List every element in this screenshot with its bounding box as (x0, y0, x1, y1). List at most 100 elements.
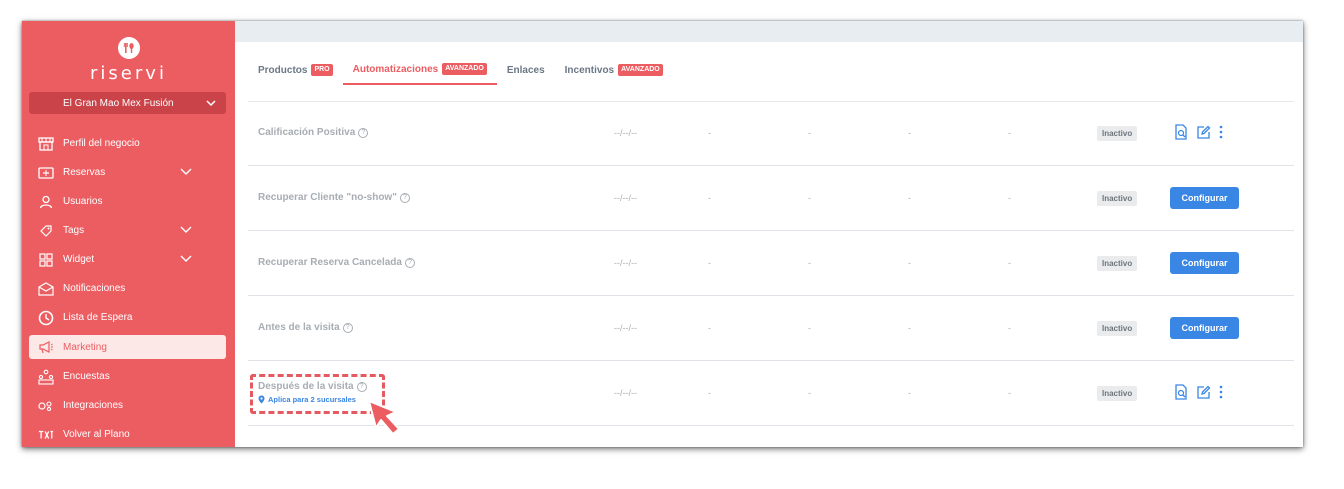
status-badge: Inactivo (1097, 321, 1138, 336)
metric-cell: - (1008, 193, 1011, 203)
help-icon[interactable]: ? (358, 127, 369, 138)
metric-cell: - (808, 128, 811, 138)
metric-cell: - (908, 388, 911, 398)
metric-cell: - (1008, 323, 1011, 333)
top-bar (235, 21, 1303, 42)
tab-label: Enlaces (506, 64, 545, 76)
automation-date: --/--/-- (614, 128, 637, 138)
brand-name: riservi (90, 63, 167, 84)
user-icon (38, 194, 54, 210)
edit-icon[interactable] (1196, 125, 1211, 140)
sidebar-item-notificaciones[interactable]: Notificaciones (22, 274, 235, 303)
chevron-down-icon[interactable] (180, 225, 192, 238)
status-badge: Inactivo (1097, 386, 1138, 401)
help-icon[interactable]: ? (356, 381, 367, 392)
chevron-down-icon[interactable] (180, 167, 192, 180)
chevron-down-icon (205, 97, 217, 112)
automation-date: --/--/-- (614, 258, 637, 268)
preview-icon[interactable] (1174, 384, 1188, 400)
sidebar-item-label: Marketing (63, 341, 107, 353)
tab-label: Productos (258, 64, 308, 76)
ticket-icon (38, 165, 54, 181)
metric-cell: - (808, 193, 811, 203)
highlight-annotation (250, 374, 385, 414)
sidebar-item-encuestas[interactable]: Encuestas (22, 362, 235, 391)
mail-icon (38, 281, 54, 297)
sidebar-item-marketing[interactable]: Marketing (29, 335, 226, 359)
more-options-icon[interactable] (1219, 385, 1223, 399)
tab-bar: Productos PRO Automatizaciones AVANZADO … (248, 55, 673, 87)
metric-cell: - (908, 258, 911, 268)
business-name: El Gran Mao Mex Fusión (63, 97, 174, 109)
sidebar-item-integraciones[interactable]: Integraciones (22, 391, 235, 420)
store-icon (38, 136, 54, 152)
configure-button[interactable]: Configurar (1170, 252, 1239, 274)
sidebar-item-label: Notificaciones (63, 283, 126, 294)
sidebar-item-tags[interactable]: Tags (22, 216, 235, 245)
sidebar-item-label: Integraciones (63, 400, 124, 411)
pointer-arrow-icon (366, 398, 404, 443)
sidebar: riservi El Gran Mao Mex Fusión Perfil de… (22, 21, 235, 447)
help-icon[interactable]: ? (399, 192, 410, 203)
tab-enlaces[interactable]: Enlaces (497, 55, 555, 85)
sidebar-item-perfil[interactable]: Perfil del negocio (22, 129, 235, 158)
help-icon[interactable]: ? (342, 322, 353, 333)
automation-name: Recuperar Cliente "no-show" ? (258, 192, 410, 203)
status-badge: Inactivo (1097, 126, 1138, 141)
sidebar-item-label: Perfil del negocio (63, 138, 140, 149)
clock-icon (38, 310, 54, 326)
automations-table: Calificación Positiva ? --/--/-- - - - -… (248, 101, 1294, 426)
metric-cell: - (1008, 128, 1011, 138)
automation-date: --/--/-- (614, 388, 637, 398)
sidebar-item-widget[interactable]: Widget (22, 245, 235, 274)
edit-icon[interactable] (1196, 385, 1211, 400)
sidebar-item-label: Widget (63, 254, 95, 265)
metric-cell: - (908, 323, 911, 333)
configure-button[interactable]: Configurar (1170, 187, 1239, 209)
tab-productos[interactable]: Productos PRO (248, 55, 343, 85)
row-actions (1174, 124, 1231, 140)
automation-name-text: Después de la visita (258, 381, 354, 392)
sidebar-item-label: Reservas (63, 167, 106, 178)
metric-cell: - (708, 323, 711, 333)
branches-text: Aplica para 2 sucursales (268, 395, 356, 404)
table-row: Después de la visita ? Aplica para 2 suc… (248, 361, 1294, 426)
metric-cell: - (808, 388, 811, 398)
pro-badge: PRO (311, 64, 333, 76)
sidebar-item-usuarios[interactable]: Usuarios (22, 187, 235, 216)
brand-logo[interactable]: riservi (22, 37, 235, 84)
sidebar-item-lista-espera[interactable]: Lista de Espera (22, 303, 235, 332)
chevron-down-icon[interactable] (180, 254, 192, 267)
automation-date: --/--/-- (614, 323, 637, 333)
tab-incentivos[interactable]: Incentivos AVANZADO (555, 55, 673, 85)
sidebar-item-volver-plano[interactable]: Volver al Plano (22, 420, 235, 447)
status-badge: Inactivo (1097, 191, 1138, 206)
riservi-logo-icon (117, 37, 140, 59)
sidebar-item-label: Usuarios (63, 196, 103, 207)
automation-date: --/--/-- (614, 193, 637, 203)
more-options-icon[interactable] (1219, 125, 1223, 139)
table-row: Recuperar Reserva Cancelada ? --/--/-- -… (248, 231, 1294, 296)
sidebar-item-reservas[interactable]: Reservas (22, 158, 235, 187)
sidebar-item-label: Volver al Plano (63, 429, 130, 440)
business-selector[interactable]: El Gran Mao Mex Fusión (29, 92, 226, 114)
automation-name: Calificación Positiva ? (258, 127, 369, 138)
automation-name: Recuperar Reserva Cancelada ? (258, 257, 415, 268)
avanzado-badge: AVANZADO (442, 63, 487, 75)
metric-cell: - (708, 193, 711, 203)
configure-button[interactable]: Configurar (1170, 317, 1239, 339)
metric-cell: - (1008, 388, 1011, 398)
help-icon[interactable]: ? (404, 257, 415, 268)
table-row: Antes de la visita ? --/--/-- - - - - In… (248, 296, 1294, 361)
tag-icon (38, 223, 54, 239)
branches-link[interactable]: Aplica para 2 sucursales (258, 395, 356, 404)
preview-icon[interactable] (1174, 124, 1188, 140)
tab-automatizaciones[interactable]: Automatizaciones AVANZADO (342, 55, 497, 85)
automation-name-text: Recuperar Cliente "no-show" (258, 192, 397, 203)
metric-cell: - (708, 128, 711, 138)
metric-cell: - (808, 258, 811, 268)
sidebar-item-label: Encuestas (63, 371, 110, 382)
floorplan-icon (38, 427, 54, 443)
metric-cell: - (808, 323, 811, 333)
app-window: riservi El Gran Mao Mex Fusión Perfil de… (22, 21, 1303, 447)
